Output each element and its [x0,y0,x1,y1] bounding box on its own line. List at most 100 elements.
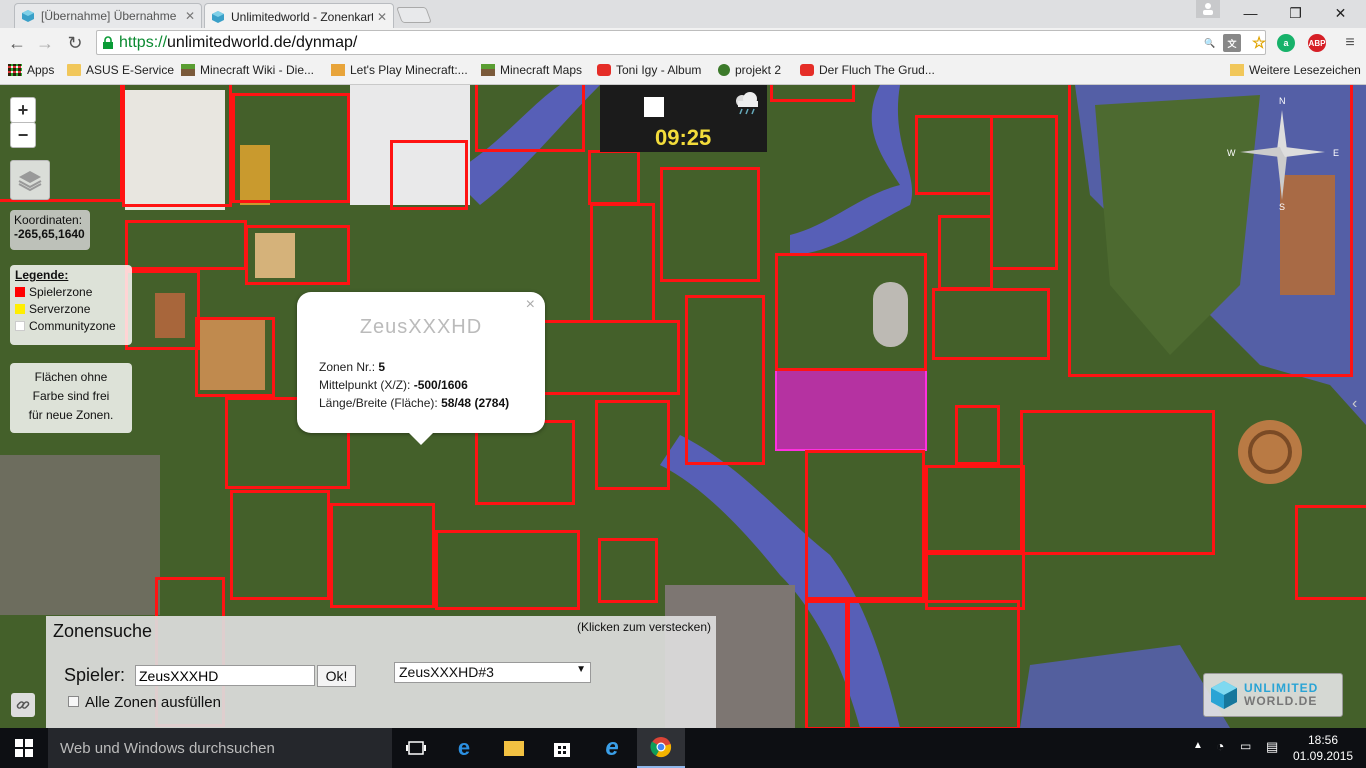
bookmarks-bar: Apps ASUS E-Service Minecraft Wiki - Die… [0,58,1366,85]
highlighted-zone[interactable] [775,369,927,451]
day-clock: 09:25 [600,85,767,152]
address-bar[interactable]: https://unlimitedworld.de/dynmap/ [96,30,1266,55]
fill-all-checkbox[interactable] [68,696,79,707]
zoom-icon[interactable]: 🔍 [1201,34,1219,52]
sun-icon [644,97,664,117]
zone[interactable] [915,115,993,195]
player-input[interactable] [135,665,315,686]
zone[interactable] [232,93,350,203]
bookmark-toni-igy[interactable]: Toni Igy - Album [597,63,701,77]
minimize-icon[interactable]: — [1228,0,1273,26]
zone[interactable] [230,490,330,600]
bookmark-projekt-2[interactable]: projekt 2 [718,63,781,77]
zone[interactable] [990,115,1058,270]
zone[interactable] [775,253,927,371]
store-icon[interactable] [538,728,586,768]
bookmark-minecraft-maps[interactable]: Minecraft Maps [481,63,582,77]
task-view-icon[interactable] [392,728,440,768]
zone[interactable] [540,320,680,395]
edge-icon[interactable]: e [440,728,488,768]
bookmark-der-fluch[interactable]: Der Fluch The Grud... [800,63,935,77]
green-dot-icon [718,64,730,76]
link-icon [16,701,30,709]
start-button[interactable] [0,728,48,768]
zoom-in-button[interactable]: + [10,97,36,123]
tray-chevron-icon[interactable]: ▲ [1193,740,1203,751]
battery-icon[interactable]: ▭ [1240,739,1251,753]
zone[interactable] [330,503,435,608]
back-icon[interactable]: ← [5,32,29,54]
tab-uebernahme[interactable]: [Übernahme] Übernahme ✕ [14,3,202,28]
bookmark-minecraft-wiki[interactable]: Minecraft Wiki - Die... [181,63,314,77]
zone[interactable] [805,450,925,600]
zone[interactable] [475,85,585,152]
wifi-icon[interactable]: ◔ [1216,738,1224,754]
link-button[interactable] [11,693,35,717]
internet-explorer-icon[interactable]: e [588,728,636,768]
user-profile-icon[interactable] [1196,0,1220,18]
hide-panel-link[interactable]: (Klicken zum verstecken) [577,620,711,634]
ok-button[interactable]: Ok! [317,665,356,687]
legend-title: Legende: [15,268,69,282]
zone[interactable] [390,140,468,210]
taskbar-search[interactable]: Web und Windows durchsuchen [48,728,392,768]
adblock-plus-icon[interactable]: ABP [1308,34,1326,52]
tab-close-icon[interactable]: ✕ [185,9,195,23]
popup-zone-nr: Zonen Nr.: 5 [319,360,386,374]
extension-icon[interactable]: a [1277,34,1295,52]
chrome-icon[interactable] [637,728,685,768]
zone[interactable] [845,600,1020,728]
zone[interactable] [805,600,850,728]
action-center-icon[interactable]: ▤ [1266,739,1278,755]
close-window-icon[interactable]: ✕ [1318,0,1363,26]
forward-icon[interactable]: → [33,32,57,54]
zone[interactable] [122,85,232,207]
zone[interactable] [195,317,275,397]
zone[interactable] [435,530,580,610]
layers-icon [18,171,42,192]
restore-icon[interactable]: ❐ [1273,0,1318,26]
layers-button[interactable] [10,160,50,200]
zone[interactable] [938,215,993,290]
zone[interactable] [595,400,670,490]
zone[interactable] [590,203,655,323]
zone[interactable] [245,225,350,285]
zone[interactable] [925,465,1025,555]
zone[interactable] [932,288,1050,360]
translate-icon[interactable]: 文 [1223,34,1241,52]
zone-info-popup: × ZeusXXXHD Zonen Nr.: 5 Mittelpunkt (X/… [297,292,545,445]
compass-s: S [1279,202,1285,212]
legend-panel: Legende: Spielerzone Serverzone Communit… [10,265,132,345]
zone[interactable] [955,405,1000,465]
zone[interactable] [660,167,760,282]
file-explorer-icon[interactable] [490,728,538,768]
bookmark-letsplay[interactable]: Let's Play Minecraft:... [331,63,468,77]
system-clock[interactable]: 18:56 01.09.2015 [1293,732,1353,764]
dynmap-map[interactable]: + − Koordinaten: -265,65,1640 Legende: S… [0,85,1366,728]
zone[interactable] [598,538,658,603]
zone[interactable] [1020,410,1215,555]
menu-icon[interactable]: ≡ [1338,32,1362,54]
youtube-icon [597,64,611,76]
tab-close-icon[interactable]: ✕ [377,10,387,24]
legend-swatch [15,287,25,297]
bookmark-other[interactable]: Weitere Lesezeichen [1230,63,1361,77]
bookmark-apps[interactable]: Apps [8,63,54,77]
zone[interactable] [125,220,247,270]
zone[interactable] [770,85,855,102]
zone[interactable] [685,295,765,465]
coordinates-value: -265,65,1640 [14,227,85,241]
popup-close-icon[interactable]: × [526,296,535,314]
zone[interactable] [1295,505,1366,600]
zone[interactable] [125,270,200,350]
sidebar-toggle-icon[interactable]: ‹ [1352,395,1357,413]
bookmark-asus[interactable]: ASUS E-Service [67,63,174,77]
bookmark-star-icon[interactable]: ☆ [1250,34,1268,52]
tab-zonenkarte[interactable]: Unlimitedworld - Zonenkarte ✕ [204,3,394,29]
zone-select[interactable]: ZeusXXXHD#3 ▼ [394,662,591,683]
zoom-out-button[interactable]: − [10,122,36,148]
zone[interactable] [588,150,640,205]
new-tab-button[interactable] [396,7,432,23]
site-cube-icon [22,10,34,22]
reload-icon[interactable]: ↻ [63,32,87,54]
